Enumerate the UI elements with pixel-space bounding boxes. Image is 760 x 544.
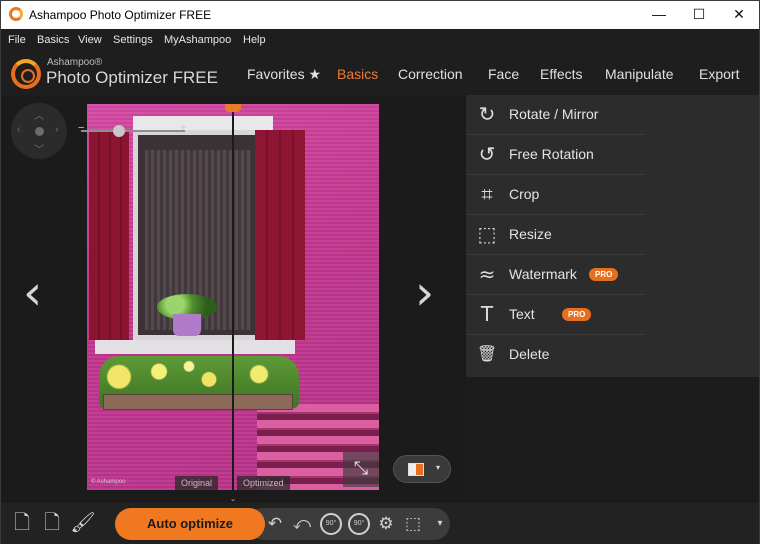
tool-rotate-mirror[interactable]: ↻ Rotate / Mirror <box>466 95 759 135</box>
zoom-slider[interactable] <box>81 130 185 132</box>
zoom-slider-handle[interactable] <box>113 125 125 137</box>
tab-manipulate[interactable]: Manipulate <box>605 66 674 82</box>
edit-tools-group: ↶ ⤺ 90° 90° ⚙ ⬚ ▾ <box>247 508 450 540</box>
rotate-right-icon[interactable]: 90° <box>348 513 370 535</box>
compare-split-line[interactable] <box>232 104 234 490</box>
tool-resize[interactable]: ⬚ Resize <box>466 215 759 255</box>
gear-icon[interactable]: ⚙ <box>374 512 398 536</box>
previous-image-arrow[interactable]: ‹ <box>23 269 42 317</box>
menu-myashampoo[interactable]: MyAshampoo <box>164 34 231 46</box>
minimize-button[interactable]: — <box>637 1 681 29</box>
zoom-out-icon[interactable]: − <box>78 122 84 134</box>
brand-company: Ashampoo® <box>47 57 103 68</box>
resize-icon: ⬚ <box>477 222 497 246</box>
pro-badge: PRO <box>562 308 592 321</box>
rotate-mirror-icon: ↻ <box>478 102 496 126</box>
tool-delete[interactable]: 🗑 Delete <box>466 335 759 375</box>
tool-watermark[interactable]: ≈ Watermark PRO <box>466 255 759 295</box>
collapse-toolbar-icon[interactable]: ⌄ <box>226 495 240 503</box>
pan-left-icon[interactable]: ‹ <box>17 124 20 135</box>
menu-settings[interactable]: Settings <box>113 34 153 46</box>
app-window: Ashampoo Photo Optimizer FREE — ☐ ✕ File… <box>0 0 760 544</box>
pro-badge: PRO <box>589 268 619 281</box>
undo-all-icon[interactable]: ⤺ <box>290 512 314 536</box>
menu-basics[interactable]: Basics <box>37 34 69 46</box>
tab-export[interactable]: Export <box>699 66 739 82</box>
window-title: Ashampoo Photo Optimizer FREE <box>29 8 212 22</box>
tool-free-rotation[interactable]: ↺ Free Rotation <box>466 135 759 175</box>
tab-correction[interactable]: Correction <box>398 66 463 82</box>
tool-label: Text <box>509 306 535 322</box>
tool-crop[interactable]: ⌗ Crop <box>466 175 759 215</box>
split-view-icon <box>408 463 424 476</box>
tab-basics[interactable]: Basics <box>337 66 378 82</box>
tool-label: Crop <box>509 186 540 202</box>
menu-file[interactable]: File <box>8 34 26 46</box>
tool-label: Delete <box>509 346 550 362</box>
menu-bar: File Basics View Settings MyAshampoo Hel… <box>1 29 759 53</box>
tool-text[interactable]: T Text PRO <box>466 295 759 335</box>
label-optimized: Optimized <box>237 476 290 490</box>
menu-help[interactable]: Help <box>243 34 266 46</box>
header: Ashampoo® Photo Optimizer FREE Favorites… <box>1 53 759 95</box>
rotate-left-icon[interactable]: 90° <box>320 513 342 535</box>
brand-product: Photo Optimizer FREE <box>46 68 218 87</box>
label-original: Original <box>175 476 219 490</box>
basics-tool-panel: ↻ Rotate / Mirror ↺ Free Rotation ⌗ Crop… <box>466 95 759 377</box>
new-file-icon[interactable]: 🗋 <box>9 509 35 535</box>
free-rotation-icon: ↺ <box>478 142 496 166</box>
menu-view[interactable]: View <box>78 34 102 46</box>
delete-icon: 🗑 <box>476 344 498 363</box>
tool-label: Watermark <box>509 266 577 282</box>
pan-center-icon <box>35 127 44 136</box>
pan-navigator[interactable]: ︿ ‹ › ﹀ <box>11 103 67 159</box>
brand-logo-icon <box>11 59 41 89</box>
fit-to-window-button[interactable]: ⤡ <box>343 451 379 487</box>
tab-face[interactable]: Face <box>488 66 519 82</box>
compare-view-button[interactable]: ▾ <box>393 455 451 483</box>
title-bar: Ashampoo Photo Optimizer FREE — ☐ ✕ <box>1 1 759 29</box>
next-image-arrow[interactable]: › <box>415 269 434 317</box>
tool-label: Resize <box>509 226 552 242</box>
auto-optimize-button[interactable]: Auto optimize <box>115 508 265 540</box>
clean-brush-icon[interactable]: 🖌 <box>70 509 96 535</box>
undo-icon[interactable]: ↶ <box>263 512 287 536</box>
pan-up-icon[interactable]: ︿ <box>34 107 44 122</box>
pan-down-icon[interactable]: ﹀ <box>34 141 44 156</box>
photo-credit: © Ashampoo <box>91 479 126 485</box>
bottom-toolbar: 🗋 🗋 🖌 ↶ ⤺ 90° 90° ⚙ ⬚ ▾ Auto optimize <box>1 503 759 544</box>
text-icon: T <box>480 302 494 326</box>
select-area-icon[interactable]: ⬚ <box>401 512 425 536</box>
tab-effects[interactable]: Effects <box>540 66 583 82</box>
split-handle[interactable] <box>225 104 241 112</box>
close-button[interactable]: ✕ <box>717 1 760 29</box>
add-file-icon[interactable]: 🗋 <box>39 509 65 535</box>
tool-label: Rotate / Mirror <box>509 106 599 122</box>
tab-favorites[interactable]: Favorites ★ <box>247 66 321 83</box>
pan-right-icon[interactable]: › <box>55 124 58 135</box>
chevron-down-icon[interactable]: ▾ <box>428 512 452 536</box>
crop-icon: ⌗ <box>481 182 493 206</box>
zoom-in-icon[interactable]: + <box>180 122 186 134</box>
app-logo-icon <box>9 7 23 21</box>
tool-label: Free Rotation <box>509 146 594 162</box>
chevron-down-icon[interactable]: ▾ <box>436 463 440 472</box>
maximize-button[interactable]: ☐ <box>677 1 721 29</box>
fit-icon: ⤡ <box>353 458 369 478</box>
watermark-icon: ≈ <box>478 262 496 286</box>
